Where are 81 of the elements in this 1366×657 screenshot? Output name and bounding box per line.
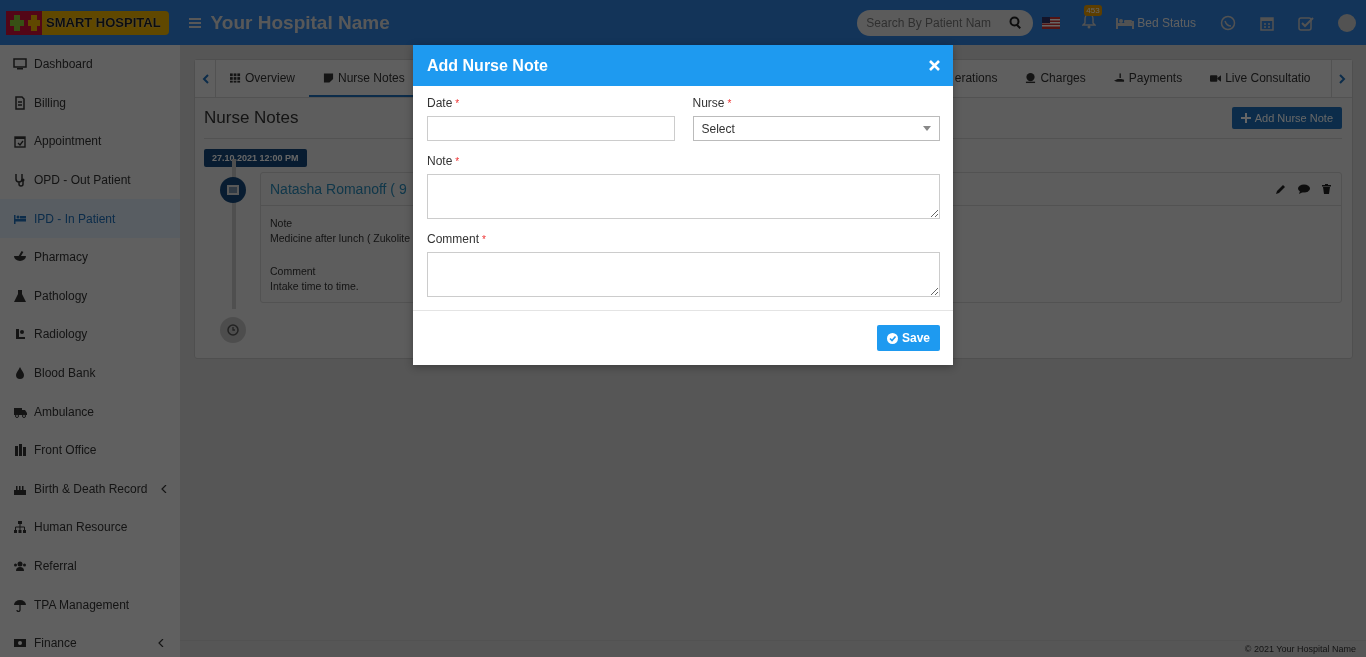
people-icon [13, 559, 27, 573]
comment-text: Intake time to time. [270, 279, 359, 294]
field-label: Note [427, 154, 453, 168]
required-mark: * [455, 156, 460, 167]
sidebar-item[interactable]: Billing [0, 83, 180, 123]
field-label: Date [427, 96, 453, 110]
sidebar-item[interactable]: Pharmacy [0, 237, 180, 277]
clock-face-icon [227, 324, 239, 336]
sidebar-item[interactable]: Blood Bank [0, 353, 180, 393]
sidebar-item[interactable]: Human Resource [0, 508, 180, 547]
sidebar-item[interactable]: Front Office [0, 430, 180, 470]
logo-text: SMART HOSPITAL [46, 15, 161, 30]
sidebar-item[interactable]: Referral [0, 546, 180, 586]
org-chart-icon [13, 520, 27, 535]
check-circle-icon [886, 332, 898, 344]
avatar[interactable] [1338, 13, 1356, 32]
sidebar-item[interactable]: Dashboard [0, 45, 180, 84]
logo[interactable]: SMART HOSPITAL [6, 10, 169, 35]
field-label: Comment [427, 232, 479, 246]
tab[interactable]: erations [954, 60, 1012, 97]
sidebar-item[interactable]: Pathology [0, 276, 180, 316]
umbrella-icon [13, 597, 27, 612]
pencil-icon[interactable] [1276, 184, 1286, 194]
text-area[interactable] [427, 174, 940, 219]
trash-icon[interactable] [1322, 184, 1331, 194]
sidebar-item[interactable]: Birth & Death Record [0, 469, 180, 509]
tab[interactable]: Payments [1099, 60, 1197, 97]
sidebar-item[interactable]: TPA Management [0, 585, 180, 624]
calendar-icon[interactable] [1260, 14, 1274, 31]
date-field[interactable] [427, 116, 675, 141]
add-nurse-note-button[interactable]: Add Nurse Note [1231, 107, 1342, 129]
save-button[interactable]: Save [876, 325, 940, 351]
caret-icon[interactable] [161, 484, 168, 493]
caret-icon[interactable] [158, 639, 164, 648]
speech-bubble-icon[interactable] [1298, 184, 1310, 194]
chevron-left-icon[interactable] [201, 73, 209, 84]
cross-logo-icon [6, 10, 42, 35]
monitor-icon [13, 57, 27, 72]
note-text: Medicine after lunch ( Zukolite [270, 231, 411, 246]
bed-icon [1116, 16, 1135, 29]
tab[interactable]: Charges [1011, 60, 1100, 97]
sidebar-item[interactable]: Ambulance [0, 392, 180, 431]
required-mark: * [482, 234, 486, 245]
flag-icon[interactable] [1042, 16, 1061, 29]
tab[interactable]: Overview [216, 60, 309, 97]
tab[interactable]: Live Consultatio [1196, 60, 1325, 97]
chevron-right-icon[interactable] [1338, 73, 1346, 84]
sidebar-item[interactable]: Appointment [0, 122, 180, 161]
menu-icon[interactable] [188, 16, 201, 29]
required-mark: * [455, 98, 460, 109]
text-area[interactable] [427, 252, 940, 297]
checkbox-icon[interactable] [1298, 14, 1314, 31]
section-title: Nurse Notes [204, 108, 299, 128]
notification-badge: 453 [1084, 5, 1102, 16]
sidebar-item[interactable]: IPD - In Patient [0, 199, 180, 238]
nurse-select[interactable]: Select [692, 116, 940, 141]
grid-icon [230, 71, 241, 84]
nurse-name: Natasha Romanoff ( 9 [270, 181, 407, 197]
bell-icon[interactable] [1082, 13, 1097, 29]
flask-icon [13, 288, 27, 303]
sidebar-item[interactable]: Radiology [0, 315, 180, 354]
required-mark: * [727, 98, 732, 109]
note-icon [323, 71, 334, 84]
note-label: Note [270, 216, 293, 231]
stethoscope-icon [13, 173, 27, 188]
drop-icon [13, 366, 27, 381]
list-lines-icon [227, 185, 239, 195]
coin-icon [1025, 71, 1037, 84]
plus-icon [1240, 113, 1251, 123]
date-label: 27.10.2021 12:00 PM [204, 149, 307, 167]
sidebar-item[interactable]: OPD - Out Patient [0, 160, 180, 200]
bed-status-link[interactable]: Bed Status [1116, 15, 1196, 30]
close-icon[interactable] [929, 60, 940, 71]
sidebar-item[interactable]: Finance [0, 623, 180, 657]
dropdown-caret-icon [923, 126, 931, 131]
comment-label: Comment [270, 264, 316, 279]
field-label: Nurse [692, 96, 725, 110]
document-icon [13, 95, 27, 110]
calendar-icon [13, 134, 27, 149]
modal-title: Add Nurse Note [427, 56, 548, 75]
hospital-name: Your Hospital Name [210, 11, 390, 34]
